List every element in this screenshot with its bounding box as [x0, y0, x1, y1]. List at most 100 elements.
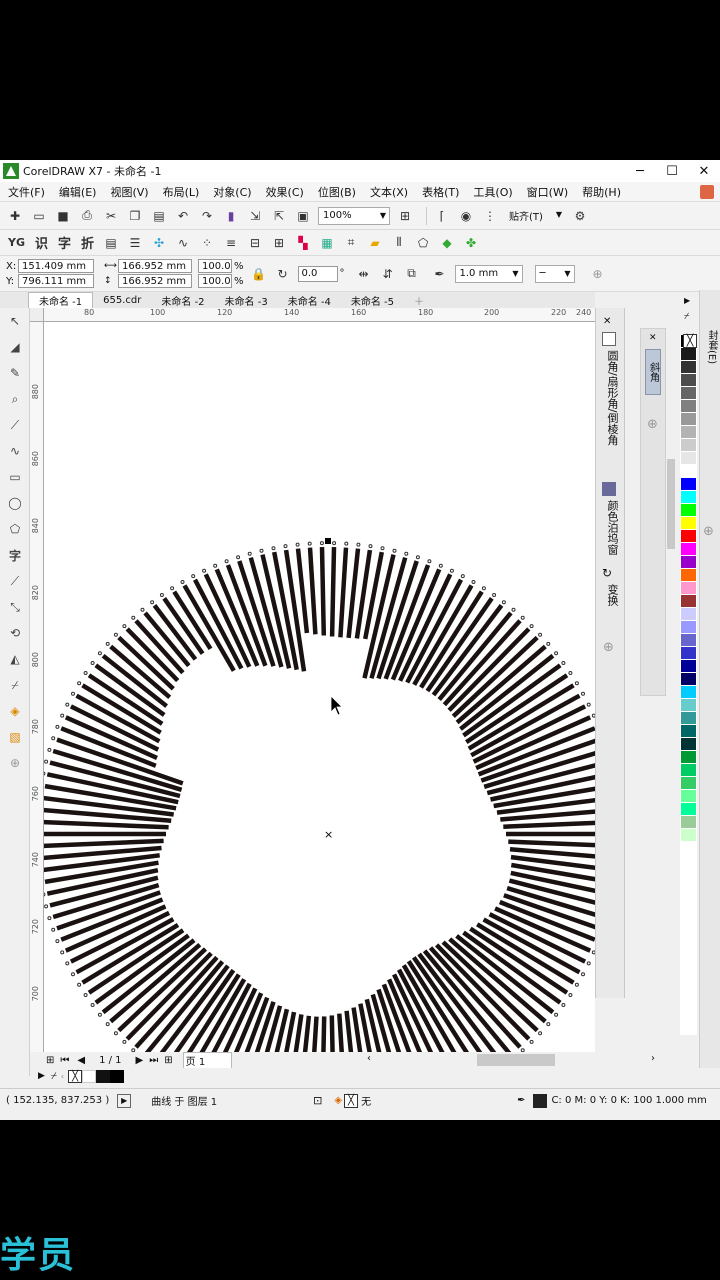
page-tab[interactable]: 页 1 [182, 1051, 233, 1069]
fill-bucket-icon[interactable]: ◈ [334, 1095, 342, 1106]
add-icon[interactable]: ⊕ [589, 265, 607, 283]
connector-tool-icon[interactable]: ⤡ [0, 594, 30, 620]
transparency-tool-icon[interactable]: ◭ [0, 646, 30, 672]
docker-tab-transform[interactable]: 变换 [604, 584, 620, 606]
eyedropper-tool-icon[interactable]: ⌿ [0, 672, 30, 698]
crop-icon[interactable]: ⌗ [342, 234, 360, 252]
freehand-tool-icon[interactable]: ⟋ [0, 412, 30, 438]
tab-doc-4[interactable]: 未命名 -4 [278, 292, 341, 308]
doc-palette-scroll-icon[interactable]: ‹ [61, 1072, 64, 1081]
palette-swatch[interactable] [681, 504, 696, 517]
palette-swatch[interactable] [681, 803, 696, 816]
palette-swatch[interactable] [681, 517, 696, 530]
palette-swatch[interactable] [681, 699, 696, 712]
zoom-select[interactable]: 100% ▼ [318, 206, 390, 225]
toolbar-char-1[interactable]: 识 [33, 234, 50, 252]
menu-layout[interactable]: 布局(L) [163, 184, 200, 200]
interactive-fill-icon[interactable]: ◈ [0, 698, 30, 724]
scroll-thumb[interactable] [477, 1054, 555, 1066]
palette-swatch[interactable] [681, 491, 696, 504]
toolbar-char-2[interactable]: 字 [56, 234, 73, 252]
palette-swatch[interactable] [681, 400, 696, 413]
tab-doc-2[interactable]: 未命名 -2 [151, 292, 214, 308]
palette-swatch[interactable] [681, 738, 696, 751]
doc-black-swatch[interactable] [96, 1069, 111, 1083]
polygon-tool-icon[interactable]: ⬠ [0, 516, 30, 542]
new-icon[interactable]: ✚ [6, 207, 24, 225]
copy-icon[interactable]: ❐ [126, 207, 144, 225]
scale-y-input[interactable]: 100.0 [198, 274, 232, 288]
smart-fill-icon[interactable]: ▧ [0, 724, 30, 750]
text-tool-icon[interactable]: 字 [0, 542, 30, 568]
matrix-icon[interactable]: ⊞ [270, 234, 288, 252]
doc-no-color-swatch[interactable]: ╳ [68, 1069, 83, 1083]
clipboard-icon[interactable]: ▤ [102, 234, 120, 252]
first-page-button[interactable]: ⏮ [60, 1055, 69, 1066]
palette-swatch[interactable] [681, 439, 696, 452]
blend-tool-icon[interactable]: ⟲ [0, 620, 30, 646]
palette-swatch[interactable] [681, 452, 696, 465]
rotate-icon[interactable]: ↻ [274, 265, 292, 283]
rulers-icon[interactable]: ⌈ [433, 207, 451, 225]
pick-tool-icon[interactable]: ↖ [0, 308, 30, 334]
guidelines-icon[interactable]: ⋮ [481, 207, 499, 225]
import-icon[interactable]: ⇲ [246, 207, 264, 225]
publish-pdf-icon[interactable]: ▣ [294, 207, 312, 225]
rectangle-tool-icon[interactable]: ▭ [0, 464, 30, 490]
fill-status-icon[interactable]: ⊡ [313, 1094, 322, 1107]
palette-swatch[interactable] [681, 790, 696, 803]
doc-white-swatch[interactable] [82, 1069, 97, 1083]
palette-swatch[interactable] [681, 374, 696, 387]
palette-swatch[interactable] [681, 543, 696, 556]
view-icon[interactable]: ◉ [457, 207, 475, 225]
palette-swatch[interactable] [681, 647, 696, 660]
export-icon[interactable]: ⇱ [270, 207, 288, 225]
mirror-h-icon[interactable]: ⇹ [355, 265, 373, 283]
menu-help[interactable]: 帮助(H) [582, 184, 621, 200]
drawing-canvas[interactable]: × [44, 322, 595, 1052]
envelope-tab[interactable]: 封套(E) [704, 330, 719, 364]
next-page-button[interactable]: ▶ [136, 1055, 144, 1066]
palette-swatch[interactable] [681, 361, 696, 374]
height-input[interactable]: 166.952 mm [118, 274, 192, 288]
menu-window[interactable]: 窗口(W) [527, 184, 568, 200]
docker-tab-bevel[interactable]: 斜角 [645, 349, 661, 395]
quick-trace-icon[interactable]: ⧉ [403, 265, 421, 283]
y-position-input[interactable]: 796.111 mm [18, 274, 94, 288]
center-marker-icon[interactable]: × [324, 828, 333, 841]
palette-swatch[interactable] [681, 465, 696, 478]
tag-icon[interactable]: ⬠ [414, 234, 432, 252]
palette-swatch[interactable] [681, 426, 696, 439]
puzzle-icon[interactable]: ✤ [462, 234, 480, 252]
docker-scrollbar[interactable] [667, 459, 675, 549]
palette-swatch[interactable] [681, 413, 696, 426]
vertical-ruler[interactable]: 880 860 840 820 800 780 760 740 720 700 [30, 322, 44, 1068]
bevel-close-icon[interactable]: ✕ [649, 333, 657, 343]
doc-black-swatch[interactable] [110, 1069, 125, 1083]
save-icon[interactable]: ■ [54, 207, 72, 225]
palette-swatch[interactable] [681, 387, 696, 400]
distribute-icon[interactable]: ⊟ [246, 234, 264, 252]
palette-swatch[interactable] [681, 751, 696, 764]
scroll-left-icon[interactable]: ‹ [367, 1053, 371, 1064]
docker-close-icon[interactable]: ✕ [603, 316, 611, 327]
palette-swatch[interactable] [681, 816, 696, 829]
selection-handle[interactable] [325, 538, 331, 544]
gem-icon[interactable]: ◆ [438, 234, 456, 252]
tab-655[interactable]: 655.cdr [93, 292, 151, 308]
bevel-add-icon[interactable]: ⊕ [647, 417, 658, 432]
palette-arrow-icon[interactable]: ▶ [684, 296, 690, 305]
palette-eyedropper-icon[interactable]: ⌿ [684, 312, 689, 322]
add-tab-button[interactable]: ＋ [404, 292, 434, 308]
doc-palette-eyedropper-icon[interactable]: ⌿ [51, 1071, 57, 1082]
menu-table[interactable]: 表格(T) [422, 184, 459, 200]
minimize-button[interactable]: ─ [624, 160, 656, 182]
dots-icon[interactable]: ⁘ [198, 234, 216, 252]
list-icon[interactable]: ☰ [126, 234, 144, 252]
shape-tool-icon[interactable]: ◢ [0, 334, 30, 360]
wave-icon[interactable]: ∿ [174, 234, 192, 252]
tab-doc-5[interactable]: 未命名 -5 [341, 292, 404, 308]
palette-swatch[interactable] [681, 777, 696, 790]
barcode-icon[interactable]: ⦀ [390, 234, 408, 252]
palette-swatch[interactable] [681, 660, 696, 673]
